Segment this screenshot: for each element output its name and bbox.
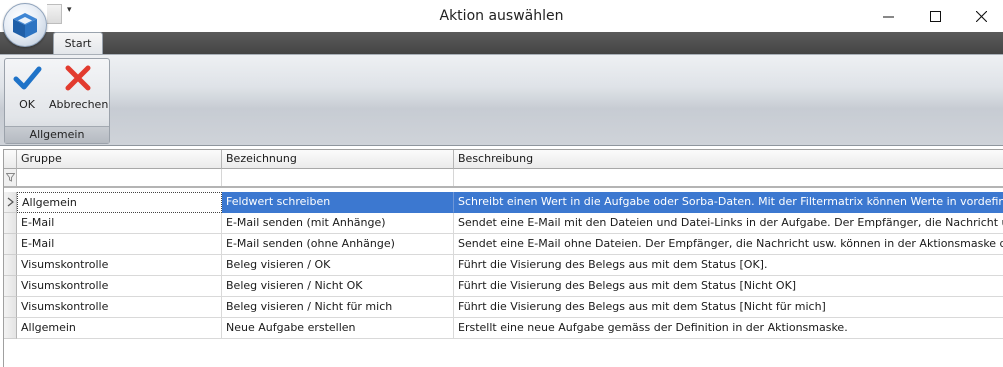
cell-beschreibung[interactable]: Führt die Visierung des Belegs aus mit d… xyxy=(454,255,1003,276)
cell-bezeichnung[interactable]: Beleg visieren / Nicht OK xyxy=(222,276,454,297)
row-indicator[interactable] xyxy=(4,297,17,318)
title-bar: Aktion auswählen ▾ xyxy=(0,0,1003,32)
filter-row[interactable] xyxy=(4,169,1003,188)
filter-indicator xyxy=(4,169,17,186)
cell-gruppe[interactable]: E-Mail xyxy=(17,213,222,234)
row-indicator[interactable] xyxy=(4,234,17,255)
cell-gruppe[interactable]: Visumskontrolle xyxy=(17,276,222,297)
filter-cell-beschreibung[interactable] xyxy=(454,169,1003,186)
cell-gruppe[interactable]: Allgemein xyxy=(17,318,222,339)
table-row[interactable]: E-Mail E-Mail senden (mit Anhänge) Sendet … xyxy=(4,213,1003,234)
cell-bezeichnung[interactable]: Beleg visieren / OK xyxy=(222,255,454,276)
cell-gruppe[interactable]: Visumskontrolle xyxy=(17,255,222,276)
ribbon-group-allgemein: OK Abbrechen Allgemein xyxy=(4,58,110,144)
actions-grid: Gruppe Bezeichnung Beschreibung Allgemei… xyxy=(3,149,1003,367)
cell-beschreibung[interactable]: Erstellt eine neue Aufgabe gemäss der De… xyxy=(454,318,1003,339)
table-row[interactable]: Visumskontrolle Beleg visieren / OK Führt … xyxy=(4,255,1003,276)
row-indicator[interactable] xyxy=(4,255,17,276)
column-header-gruppe[interactable]: Gruppe xyxy=(17,150,222,169)
column-header-beschreibung[interactable]: Beschreibung xyxy=(454,150,1003,169)
table-row[interactable]: Allgemein Feldwert schreiben Schreibt eine… xyxy=(4,192,1003,213)
checkmark-icon xyxy=(13,66,42,90)
ribbon-tab-strip xyxy=(0,32,1003,54)
cell-beschreibung[interactable]: Führt die Visierung des Belegs aus mit d… xyxy=(454,276,1003,297)
filter-icon xyxy=(6,173,15,182)
current-row-arrow-icon xyxy=(7,197,14,207)
cell-gruppe[interactable]: E-Mail xyxy=(17,234,222,255)
window-title: Aktion auswählen xyxy=(439,8,564,24)
close-button[interactable] xyxy=(958,0,1003,32)
cell-beschreibung[interactable]: Schreibt einen Wert in die Aufgabe oder … xyxy=(454,192,1003,213)
row-indicator[interactable] xyxy=(4,192,17,213)
ribbon-group-label: Allgemein xyxy=(5,126,109,143)
maximize-icon xyxy=(929,10,941,22)
header-indicator xyxy=(4,150,17,169)
cell-bezeichnung[interactable]: Neue Aufgabe erstellen xyxy=(222,318,454,339)
maximize-button[interactable] xyxy=(912,0,958,32)
cross-icon xyxy=(65,65,91,91)
table-row[interactable]: Visumskontrolle Beleg visieren / Nicht OK… xyxy=(4,276,1003,297)
quick-access-toolbar[interactable] xyxy=(47,4,62,24)
cell-bezeichnung[interactable]: Beleg visieren / Nicht für mich xyxy=(222,297,454,318)
cancel-button-label: Abbrechen xyxy=(49,98,109,111)
close-icon xyxy=(975,10,987,22)
minimize-icon xyxy=(882,16,894,17)
ok-button-label: OK xyxy=(19,98,35,111)
filter-cell-bezeichnung[interactable] xyxy=(222,169,454,186)
cell-gruppe[interactable]: Visumskontrolle xyxy=(17,297,222,318)
table-row[interactable]: Allgemein Neue Aufgabe erstellen Erstellt … xyxy=(4,318,1003,339)
table-row[interactable]: E-Mail E-Mail senden (ohne Anhänge) Sendet… xyxy=(4,234,1003,255)
ok-button[interactable]: OK xyxy=(9,63,45,111)
application-menu-button[interactable] xyxy=(3,3,47,47)
tab-start[interactable]: Start xyxy=(53,32,103,54)
cell-bezeichnung[interactable]: E-Mail senden (ohne Anhänge) xyxy=(222,234,454,255)
cell-gruppe[interactable]: Allgemein xyxy=(17,192,222,213)
filter-cell-gruppe[interactable] xyxy=(17,169,222,186)
quick-access-dropdown-icon[interactable]: ▾ xyxy=(67,5,72,15)
row-indicator[interactable] xyxy=(4,213,17,234)
cell-beschreibung[interactable]: Führt die Visierung des Belegs aus mit d… xyxy=(454,297,1003,318)
cell-beschreibung[interactable]: Sendet eine E-Mail mit den Dateien und D… xyxy=(454,213,1003,234)
table-row[interactable]: Visumskontrolle Beleg visieren / Nicht fü… xyxy=(4,297,1003,318)
row-indicator[interactable] xyxy=(4,276,17,297)
cell-beschreibung[interactable]: Sendet eine E-Mail ohne Dateien. Der Emp… xyxy=(454,234,1003,255)
cube-icon xyxy=(13,13,37,38)
cell-bezeichnung[interactable]: Feldwert schreiben xyxy=(222,192,454,213)
row-indicator[interactable] xyxy=(4,318,17,339)
ribbon: OK Abbrechen Allgemein xyxy=(0,54,1003,146)
minimize-button[interactable] xyxy=(865,0,911,32)
cancel-button[interactable]: Abbrechen xyxy=(49,63,109,111)
cell-bezeichnung[interactable]: E-Mail senden (mit Anhänge) xyxy=(222,213,454,234)
column-header-bezeichnung[interactable]: Bezeichnung xyxy=(222,150,454,169)
